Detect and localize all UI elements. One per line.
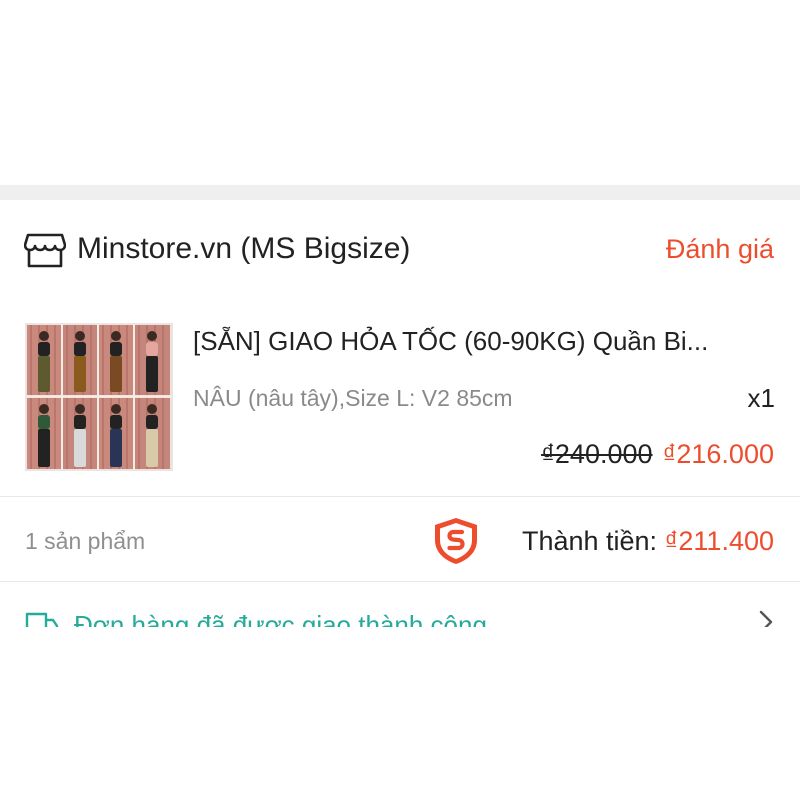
rate-button[interactable]: Đánh giá <box>666 229 774 269</box>
delivery-status-text[interactable]: Đơn hàng đã được giao thành công <box>74 607 487 627</box>
divider <box>0 496 800 497</box>
price-line: ₫240.000 ₫216.000 <box>541 436 774 472</box>
truck-icon <box>25 612 59 627</box>
item-count: 1 sản phẩm <box>25 528 146 554</box>
section-separator <box>0 185 800 200</box>
shop-name[interactable]: Minstore.vn (MS Bigsize) <box>77 229 410 269</box>
total-label: Thành tiền: <box>521 526 665 556</box>
shopee-guarantee-shield-icon <box>435 518 477 564</box>
order-total: Thành tiền: ₫211.400 <box>522 521 774 561</box>
chevron-right-icon[interactable] <box>757 609 775 627</box>
product-quantity: x1 <box>747 383 775 413</box>
top-blank-area <box>0 0 800 185</box>
sale-price: ₫216.000 <box>662 439 774 469</box>
product-variant: NÂU (nâu tây),Size L: V2 85cm <box>193 385 513 411</box>
delivery-status-row[interactable]: Đơn hàng đã được giao thành công <box>0 582 800 627</box>
original-price: ₫240.000 <box>541 439 653 469</box>
shop-icon <box>24 233 66 268</box>
product-title[interactable]: [SẴN] GIAO HỎA TỐC (60-90KG) Quần Bi... <box>193 323 778 359</box>
bottom-blank-area <box>0 627 800 800</box>
product-thumbnail[interactable] <box>25 323 173 471</box>
total-value: ₫211.400 <box>664 526 774 556</box>
